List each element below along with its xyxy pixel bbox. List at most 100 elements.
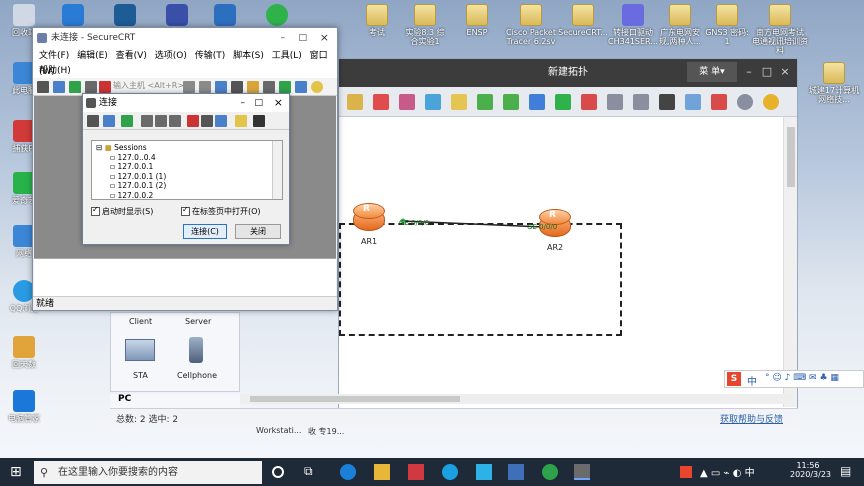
taskbar-search-input[interactable]: 在这里输入你要搜索的内容 xyxy=(34,461,262,484)
connect-icon[interactable] xyxy=(87,115,99,127)
device-client[interactable]: Client xyxy=(129,317,152,326)
session-item[interactable]: ▫ 127.0.0.1 (1) xyxy=(96,172,278,182)
multitask-icon[interactable]: ⧉ xyxy=(304,464,320,480)
minimize-icon[interactable]: – xyxy=(281,28,286,48)
maximize-icon[interactable]: □ xyxy=(254,94,263,112)
session-tree[interactable]: ⊟ ■ Sessions ▫ 127.0..0.4 ▫ 127.0.0.1 ▫ … xyxy=(91,140,283,200)
laptop-icon[interactable] xyxy=(125,339,155,361)
app-shortcut-icon[interactable] xyxy=(214,4,236,26)
find-icon[interactable] xyxy=(215,115,227,127)
edge-icon[interactable] xyxy=(340,464,356,480)
start-icon[interactable] xyxy=(555,94,571,110)
menu-view[interactable]: 查看(V) xyxy=(116,51,147,61)
menu-file[interactable]: 文件(F) xyxy=(39,51,69,61)
session-tab-icon[interactable] xyxy=(69,81,81,93)
device-pc[interactable]: PC xyxy=(110,394,240,408)
cellphone-icon[interactable] xyxy=(189,337,203,363)
connect-button[interactable]: 连接(C) xyxy=(183,224,227,239)
settings-icon[interactable] xyxy=(247,81,259,93)
app-icon[interactable] xyxy=(476,464,492,480)
console-icon[interactable] xyxy=(659,94,675,110)
close-icon[interactable]: × xyxy=(274,94,283,112)
settings-icon[interactable] xyxy=(737,94,753,110)
desktop-file[interactable]: Cisco Packet Tracer 6.2sv xyxy=(505,4,557,46)
copy-icon[interactable] xyxy=(183,81,195,93)
capture-icon[interactable] xyxy=(607,94,623,110)
help-feedback-link[interactable]: 获取帮助与反馈 xyxy=(720,412,783,425)
cut-icon[interactable] xyxy=(141,115,153,127)
sftp-icon[interactable] xyxy=(263,81,275,93)
erase-icon[interactable] xyxy=(399,94,415,110)
link-line[interactable] xyxy=(339,117,785,407)
session-item[interactable]: ▫ 127.0.0.1 (2) xyxy=(96,181,278,191)
minimize-icon[interactable]: – xyxy=(241,94,246,112)
windows-start-icon[interactable]: ⊞ xyxy=(10,464,26,480)
menu-edit[interactable]: 编辑(E) xyxy=(77,51,108,61)
tree-root[interactable]: ⊟ ■ Sessions xyxy=(96,143,278,153)
desktop-file[interactable]: 南方电网考试 电通视讯培训资料 xyxy=(752,4,808,55)
quick-connect-icon[interactable] xyxy=(103,115,115,127)
app-icon[interactable] xyxy=(542,464,558,480)
new-folder-icon[interactable] xyxy=(121,115,133,127)
clock[interactable]: 11:56 2020/3/23 xyxy=(790,461,831,479)
session-item[interactable]: ▫ 127.0..0.4 xyxy=(96,153,278,163)
horizontal-scrollbar[interactable] xyxy=(240,394,793,404)
disconnect-icon[interactable] xyxy=(99,81,111,93)
desktop-file[interactable]: 城建17计算机网络技... xyxy=(808,62,860,104)
keymap-icon[interactable] xyxy=(279,81,291,93)
close-button[interactable]: 关闭 xyxy=(235,224,281,239)
zoom-out-icon[interactable] xyxy=(503,94,519,110)
menu-script[interactable]: 脚本(S) xyxy=(233,51,264,61)
tray-icons[interactable]: ▲ ▭ ⌁ ◐ 中 xyxy=(700,464,755,479)
panel-icon[interactable] xyxy=(633,94,649,110)
session-item[interactable]: ▫ 127.0.0.1 xyxy=(96,162,278,172)
app-icon[interactable] xyxy=(508,464,524,480)
desktop-icon[interactable] xyxy=(253,115,265,127)
app-shortcut-icon[interactable] xyxy=(114,4,136,26)
desktop-file[interactable]: 考试 xyxy=(355,4,399,37)
properties-icon[interactable] xyxy=(201,115,213,127)
fit-icon[interactable] xyxy=(529,94,545,110)
menu-options[interactable]: 选项(O) xyxy=(155,51,187,61)
open-in-tab-checkbox[interactable]: 在标签页中打开(O) xyxy=(181,205,261,217)
desktop-file[interactable]: ENSP xyxy=(455,4,499,37)
topology-canvas[interactable]: R AR1 GE 0/0/0 R AR2 GE 0/0/0 xyxy=(339,117,785,407)
desktop-file[interactable]: 广东电网安规,两种人... xyxy=(655,4,705,46)
huawei-icon[interactable] xyxy=(711,94,727,110)
maximize-icon[interactable]: □ xyxy=(298,28,307,48)
connect-icon[interactable] xyxy=(37,81,49,93)
menu-tools[interactable]: 工具(L) xyxy=(272,51,302,61)
desktop-file[interactable]: GNS3 密码: 1 xyxy=(705,4,749,46)
rect-icon[interactable] xyxy=(451,94,467,110)
show-on-start-checkbox[interactable]: 启动时显示(S) xyxy=(91,205,153,217)
file-explorer-icon[interactable] xyxy=(374,464,390,480)
copy-icon[interactable] xyxy=(155,115,167,127)
quick-connect-icon[interactable] xyxy=(53,81,65,93)
app-shortcut-icon[interactable] xyxy=(62,4,84,26)
desktop-file[interactable]: 实验8.3 综合实验1 xyxy=(403,4,447,46)
reconnect-icon[interactable] xyxy=(85,81,97,93)
host-input[interactable]: 输入主机 <Alt+R> xyxy=(113,80,184,91)
delete-icon[interactable] xyxy=(187,115,199,127)
command-window[interactable] xyxy=(34,258,336,298)
desktop-icon-pc-manager[interactable]: 电脑管家 xyxy=(2,390,46,423)
chat-icon[interactable] xyxy=(685,94,701,110)
securecrt-taskbar-icon[interactable] xyxy=(574,464,590,480)
session-item[interactable]: ▫ 127.0.0.2 xyxy=(96,191,278,201)
vertical-scrollbar[interactable] xyxy=(783,117,797,407)
task-view-icon[interactable] xyxy=(272,466,284,478)
ensp-menu-button[interactable]: 菜 单▾ xyxy=(687,62,737,82)
device-sta[interactable]: STA xyxy=(133,371,148,380)
hand-icon[interactable] xyxy=(347,94,363,110)
minimize-icon[interactable]: – xyxy=(741,62,757,82)
ime-toolbar[interactable]: S 中 ° ☺ ♪ ⌨ ✉ ♣ ▦ xyxy=(724,370,864,388)
delete-icon[interactable] xyxy=(373,94,389,110)
butterfly-icon[interactable] xyxy=(166,4,188,26)
tree-scrollbar[interactable] xyxy=(272,141,282,199)
desktop-file[interactable]: SecureCRT... xyxy=(558,4,608,37)
maximize-icon[interactable]: □ xyxy=(759,62,775,82)
notification-icon[interactable]: ▤ xyxy=(840,464,851,478)
ime-tools-icon[interactable]: ° ☺ ♪ ⌨ ✉ ♣ ▦ xyxy=(765,373,839,383)
close-icon[interactable]: × xyxy=(320,28,329,48)
menu-help[interactable]: 帮助(H) xyxy=(33,64,337,78)
